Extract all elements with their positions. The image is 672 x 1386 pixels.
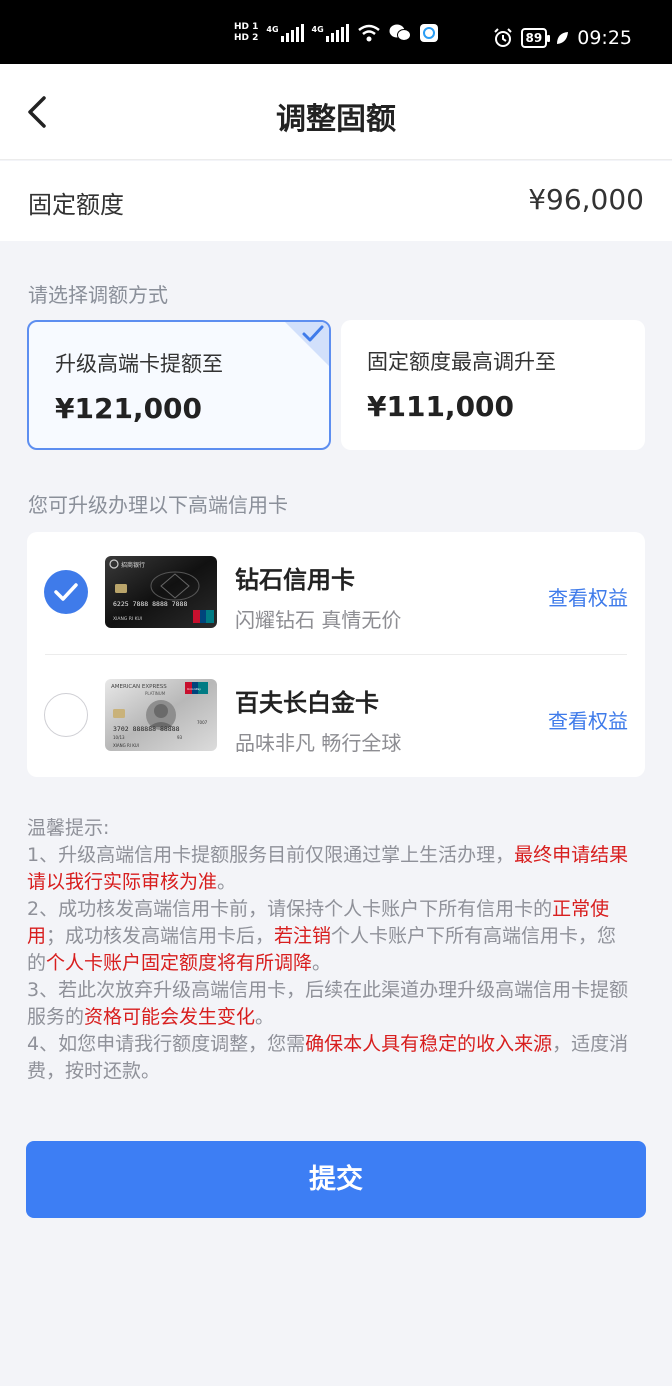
wifi-icon xyxy=(357,24,380,42)
amex-code2-text: 7007 xyxy=(197,720,208,725)
tip-text: 。 xyxy=(255,1006,275,1028)
net2-label: 4G xyxy=(311,25,324,34)
nav-bar: 调整固额 xyxy=(0,64,672,160)
radio-unselected[interactable] xyxy=(44,693,88,737)
app-notification-icon xyxy=(419,24,438,42)
option-title: 升级高端卡提额至 xyxy=(55,352,223,376)
option-upgrade-card[interactable]: 升级高端卡提额至 ¥121,000 xyxy=(27,320,331,450)
signal-2: 4G xyxy=(312,24,349,42)
signal-1: 4G xyxy=(266,24,304,42)
amex-number-text: 3702 888888 88888 xyxy=(113,725,180,733)
amex-date-text: 10/13 xyxy=(113,735,125,740)
fixed-amount-value: ¥96,000 xyxy=(528,183,644,216)
signal-bars-icon xyxy=(280,24,304,42)
tip-text: 。 xyxy=(312,952,332,974)
fixed-amount-row: 固定额度 ¥96,000 xyxy=(0,161,672,241)
tip-highlight: 若注销 xyxy=(274,925,332,947)
option-amount: ¥121,000 xyxy=(55,392,203,425)
view-benefits-link[interactable]: 查看权益 xyxy=(548,582,628,611)
hd2-label: HD 2 xyxy=(234,33,259,43)
card-option-diamond[interactable]: 招商银行 6225 7888 8888 7888 XIANG RI KUI 钻石… xyxy=(27,532,645,654)
tips-heading: 温馨提示: xyxy=(27,817,110,839)
fixed-amount-label: 固定额度 xyxy=(28,191,124,219)
tip-text: ；成功核发高端信用卡后， xyxy=(46,925,275,947)
tip-highlight: 资格可能会发生变化 xyxy=(84,1006,256,1028)
card-name: 钻石信用卡 xyxy=(235,566,355,594)
diamond-number-text: 6225 7888 8888 7888 xyxy=(113,600,187,608)
tip-3: 3、若此次放弃升级高端信用卡，后续在此渠道办理升级高端信用卡提额服务的资格可能会… xyxy=(27,977,632,1031)
diamond-bank-text: 招商银行 xyxy=(121,561,145,569)
tips-section: 温馨提示: 1、升级高端信用卡提额服务目前仅限通过掌上生活办理，最终申请结果请以… xyxy=(27,815,632,1085)
view-benefits-link[interactable]: 查看权益 xyxy=(548,705,628,734)
amex-tier-text: PLATINUM xyxy=(145,691,166,696)
tip-highlight: 确保本人具有稳定的收入来源 xyxy=(305,1033,553,1055)
tip-text: 。 xyxy=(217,871,237,893)
clock: 09:25 xyxy=(577,27,632,49)
unionpay-text: UnionPay xyxy=(187,687,201,691)
diamond-card-image: 招商银行 6225 7888 8888 7888 XIANG RI KUI xyxy=(105,556,217,628)
check-icon xyxy=(54,583,78,601)
network-indicators: HD 1 HD 2 4G 4G xyxy=(234,22,439,44)
tip-4: 4、如您申请我行额度调整，您需确保本人具有稳定的收入来源，适度消费，按时还款。 xyxy=(27,1031,632,1085)
page-title: 调整固额 xyxy=(276,102,396,137)
choose-method-label: 请选择调额方式 xyxy=(28,283,168,307)
net1-label: 4G xyxy=(266,25,279,34)
hd1-label: HD 1 xyxy=(234,22,259,32)
amex-code-text: 93 xyxy=(177,735,183,740)
option-amount: ¥111,000 xyxy=(367,390,515,423)
tip-2: 2、成功核发高端信用卡前，请保持个人卡账户下所有信用卡的正常使用；成功核发高端信… xyxy=(27,896,632,977)
amex-holder-text: XIANG RI KUI xyxy=(113,743,139,748)
card-list: 招商银行 6225 7888 8888 7888 XIANG RI KUI 钻石… xyxy=(27,532,645,777)
alarm-icon xyxy=(493,28,512,47)
signal-bars-icon xyxy=(325,24,349,42)
wechat-icon xyxy=(389,24,411,41)
radio-selected[interactable] xyxy=(44,570,88,614)
card-desc: 闪耀钻石 真情无价 xyxy=(235,608,402,632)
leaf-icon xyxy=(557,32,569,44)
upgrade-cards-label: 您可升级办理以下高端信用卡 xyxy=(28,493,288,517)
diamond-holder-text: XIANG RI KUI xyxy=(113,616,142,622)
check-icon xyxy=(302,325,324,342)
hd-indicator: HD 1 HD 2 xyxy=(234,22,258,44)
submit-button[interactable]: 提交 xyxy=(26,1141,646,1218)
option-title: 固定额度最高调升至 xyxy=(367,350,556,374)
centurion-card-image: AMERICAN EXPRESS PLATINUM UnionPay 3702 … xyxy=(105,679,217,751)
tip-text: 2、成功核发高端信用卡前，请保持个人卡账户下所有信用卡的 xyxy=(27,898,553,920)
system-indicators: 89 09:25 xyxy=(493,27,632,49)
amex-brand-text: AMERICAN EXPRESS xyxy=(111,684,167,690)
card-name: 百夫长白金卡 xyxy=(235,689,379,717)
card-desc: 品味非凡 畅行全球 xyxy=(235,731,402,755)
tip-1: 1、升级高端信用卡提额服务目前仅限通过掌上生活办理，最终申请结果请以我行实际审核… xyxy=(27,842,632,896)
tip-text: 1、升级高端信用卡提额服务目前仅限通过掌上生活办理， xyxy=(27,844,515,866)
battery-icon: 89 xyxy=(520,28,550,48)
tip-text: 4、如您申请我行额度调整，您需 xyxy=(27,1033,306,1055)
card-option-centurion[interactable]: AMERICAN EXPRESS PLATINUM UnionPay 3702 … xyxy=(27,655,645,777)
option-fixed-increase[interactable]: 固定额度最高调升至 ¥111,000 xyxy=(341,320,645,450)
status-bar: HD 1 HD 2 4G 4G 89 09:25 xyxy=(0,0,672,64)
tip-highlight: 个人卡账户固定额度将有所调降 xyxy=(46,952,313,974)
